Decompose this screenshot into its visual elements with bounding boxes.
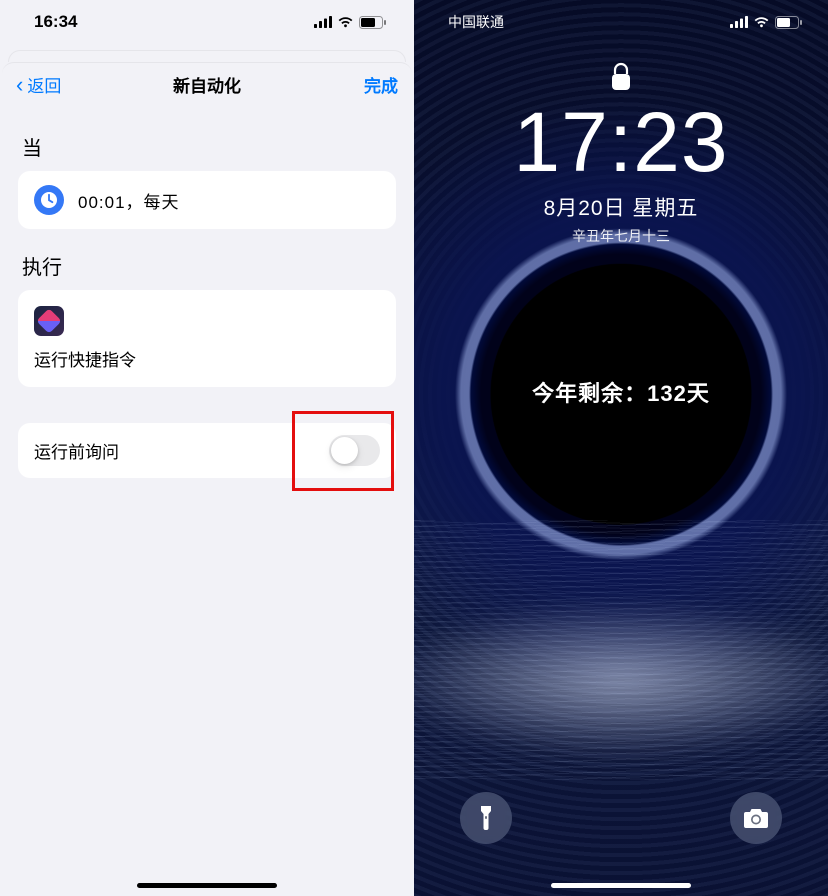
home-indicator[interactable] <box>137 883 277 888</box>
ask-before-run-row: 运行前询问 <box>18 423 396 478</box>
lock-screen: 中国联通 17:23 8月20日 星期五 辛丑年七月十三 今年剩余：132天 <box>414 0 828 896</box>
home-indicator[interactable] <box>551 883 691 888</box>
lock-time: 17:23 <box>414 100 828 184</box>
switch-knob <box>331 437 358 464</box>
when-value: 00:01，每天 <box>78 188 180 213</box>
when-trigger-row[interactable]: 00:01，每天 <box>18 171 396 229</box>
when-section-label: 当 <box>22 132 396 161</box>
back-label: 返回 <box>27 72 61 97</box>
year-remaining-widget: 今年剩余：132天 <box>532 376 710 408</box>
camera-button[interactable] <box>730 792 782 844</box>
do-section-label: 执行 <box>22 251 396 280</box>
battery-icon <box>775 16 802 29</box>
flashlight-button[interactable] <box>460 792 512 844</box>
cellular-icon <box>314 16 332 28</box>
do-action-row[interactable]: 运行快捷指令 <box>18 290 396 387</box>
status-time: 16:34 <box>34 12 77 32</box>
lock-lunar-date: 辛丑年七月十三 <box>414 226 828 246</box>
nav-title: 新自动化 <box>173 72 241 97</box>
done-button[interactable]: 完成 <box>364 72 398 97</box>
carrier-label: 中国联通 <box>448 12 504 32</box>
shortcuts-automation-screen: 16:34 ‹ 返回 新自动化 完成 当 00:01，每天 <box>0 0 414 896</box>
camera-icon <box>743 807 769 829</box>
wifi-icon <box>337 16 354 28</box>
status-icons <box>730 16 802 29</box>
chevron-left-icon: ‹ <box>16 74 23 96</box>
status-icons <box>314 16 386 29</box>
do-value: 运行快捷指令 <box>34 346 136 371</box>
sheet-behind <box>8 50 406 62</box>
toggle-label: 运行前询问 <box>34 438 119 463</box>
status-bar: 16:34 <box>0 0 414 44</box>
battery-icon <box>359 16 386 29</box>
shortcuts-app-icon <box>34 306 64 336</box>
wallpaper-mist <box>414 600 828 760</box>
wifi-icon <box>753 16 770 28</box>
flashlight-icon <box>479 805 493 831</box>
lock-icon <box>609 62 633 94</box>
cellular-icon <box>730 16 748 28</box>
ask-before-run-switch[interactable] <box>329 435 380 466</box>
clock-icon <box>34 185 64 215</box>
nav-bar: ‹ 返回 新自动化 完成 <box>2 62 412 106</box>
lock-date: 8月20日 星期五 <box>414 192 828 222</box>
back-button[interactable]: ‹ 返回 <box>16 72 61 97</box>
status-bar: 中国联通 <box>414 0 828 44</box>
